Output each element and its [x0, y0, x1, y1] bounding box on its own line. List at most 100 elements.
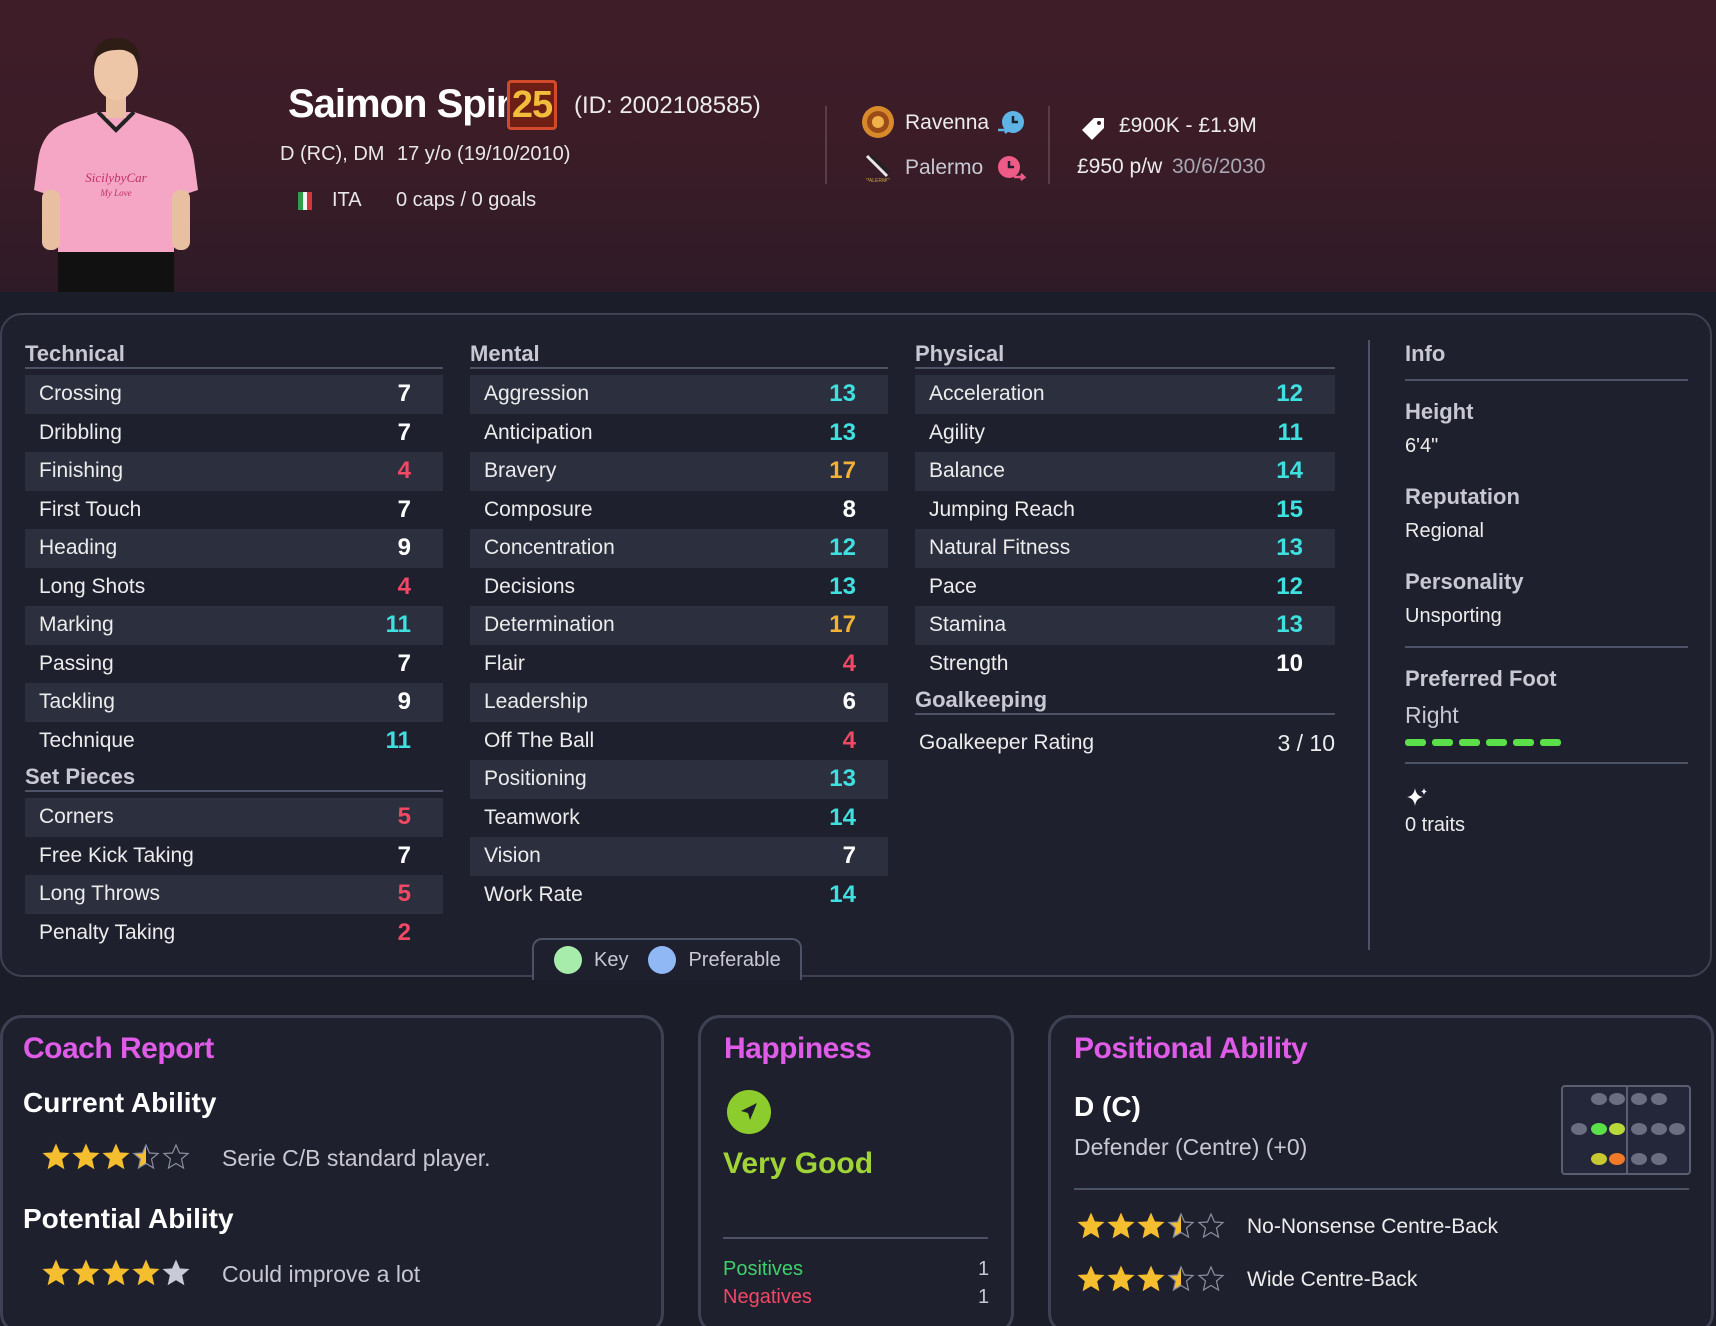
svg-text:SicilybyCar: SicilybyCar [85, 170, 147, 185]
preferable-legend-label: Preferable [688, 948, 781, 971]
attribute-row[interactable]: Positioning 13 [470, 760, 888, 799]
attribute-row[interactable]: Passing 7 [25, 645, 443, 684]
header-divider [1048, 106, 1050, 184]
attribute-row[interactable]: Determination 17 [470, 606, 888, 645]
positional-ability-title: Positional Ability [1074, 1032, 1308, 1065]
attribute-label: Flair [484, 651, 525, 675]
attribute-row[interactable]: Agility 11 [915, 414, 1335, 453]
palermo-crest-icon[interactable]: PALERMO [861, 150, 895, 184]
club-name[interactable]: Ravenna [905, 111, 989, 135]
star-icon [102, 1143, 130, 1170]
foot-bar-segment [1513, 739, 1534, 746]
attribute-row[interactable]: First Touch 7 [25, 491, 443, 530]
personality-value: Unsporting [1405, 605, 1502, 627]
attribute-label: Crossing [39, 382, 122, 406]
info-divider [1368, 340, 1370, 950]
attribute-row[interactable]: Flair 4 [470, 645, 888, 684]
attribute-value: 12 [829, 534, 856, 562]
attribute-label: Tackling [39, 690, 115, 714]
star-icon [132, 1259, 160, 1286]
attribute-row[interactable]: Heading 9 [25, 529, 443, 568]
attribute-row[interactable]: Technique 11 [25, 722, 443, 761]
navigation-arrow-icon [727, 1090, 771, 1134]
attribute-row[interactable]: Off The Ball 4 [470, 722, 888, 761]
star-icon [1197, 1265, 1225, 1292]
attribute-label: Bravery [484, 459, 557, 483]
attribute-row[interactable]: Long Throws 5 [25, 875, 443, 914]
attribute-label: Concentration [484, 536, 615, 560]
attribute-row[interactable]: Concentration 12 [470, 529, 888, 568]
positives-label[interactable]: Positives [723, 1258, 803, 1281]
attribute-label: Leadership [484, 690, 588, 714]
role-name: No-Nonsense Centre-Back [1247, 1215, 1498, 1238]
attribute-row[interactable]: Corners 5 [25, 798, 443, 837]
attribute-label: Natural Fitness [929, 536, 1071, 560]
attribute-value: 11 [385, 726, 411, 754]
pitch-position-dot-competent [1591, 1153, 1607, 1165]
attribute-row[interactable]: Vision 7 [470, 837, 888, 876]
attribute-row[interactable]: Free Kick Taking 7 [25, 837, 443, 876]
star-icon [1137, 1265, 1165, 1292]
attribute-row[interactable]: Aggression 13 [470, 375, 888, 414]
attribute-row[interactable]: Teamwork 14 [470, 799, 888, 838]
attribute-row[interactable]: Natural Fitness 13 [915, 529, 1335, 568]
attribute-row[interactable]: Finishing 4 [25, 452, 443, 491]
attribute-label: Aggression [484, 382, 590, 406]
ravenna-crest-icon[interactable] [861, 105, 895, 139]
parent-club-name[interactable]: Palermo [905, 156, 983, 180]
potential-ability-text: Could improve a lot [222, 1261, 421, 1287]
attribute-label: Composure [484, 497, 593, 521]
attribute-row[interactable]: Work Rate 14 [470, 876, 888, 915]
attribute-row[interactable]: Leadership 6 [470, 683, 888, 722]
price-tag-icon [1082, 118, 1104, 140]
info-column: Info Height 6'4" Reputation Regional Per… [1405, 339, 1688, 837]
preferable-legend-dot [648, 946, 677, 974]
attribute-row[interactable]: Anticipation 13 [470, 414, 888, 453]
attribute-row[interactable]: Tackling 9 [25, 683, 443, 722]
attribute-row[interactable]: Balance 14 [915, 452, 1335, 491]
player-portrait: SicilybyCar My Love [34, 38, 198, 292]
attribute-label: Vision [484, 844, 541, 868]
attribute-row[interactable]: Pace 12 [915, 568, 1335, 607]
contract-end: 30/6/2030 [1172, 155, 1266, 178]
attribute-row[interactable]: Marking 11 [25, 606, 443, 645]
role-name: Wide Centre-Back [1247, 1268, 1418, 1291]
attribute-label: Finishing [39, 459, 124, 483]
attribute-row[interactable]: Penalty Taking 2 [25, 914, 443, 953]
attribute-row[interactable]: Long Shots 4 [25, 568, 443, 607]
coach-report-title: Coach Report [23, 1032, 214, 1065]
star-icon [1137, 1212, 1165, 1239]
happiness-status: Very Good [723, 1147, 874, 1180]
position-pitch-map[interactable] [1561, 1085, 1691, 1175]
attribute-value: 5 [397, 880, 411, 908]
attribute-value: 13 [829, 380, 856, 408]
attribute-value: 7 [397, 380, 411, 408]
pitch-position-dot [1631, 1123, 1647, 1135]
pitch-position-dot [1651, 1123, 1667, 1135]
attribute-row[interactable]: Acceleration 12 [915, 375, 1335, 414]
attribute-value: 13 [1276, 534, 1303, 562]
attribute-row[interactable]: Jumping Reach 15 [915, 491, 1335, 530]
attribute-row[interactable]: Composure 8 [470, 491, 888, 530]
attribute-row[interactable]: Strength 10 [915, 645, 1335, 684]
attribute-row[interactable]: Dribbling 7 [25, 414, 443, 453]
attribute-label: Jumping Reach [929, 497, 1075, 521]
info-separator [1405, 646, 1688, 648]
attribute-value: 5 [397, 803, 411, 831]
attribute-row[interactable]: Decisions 13 [470, 568, 888, 607]
personality-label: Personality [1405, 569, 1524, 594]
star-icon [42, 1143, 70, 1170]
attribute-value: 4 [842, 649, 856, 677]
player-name: Saimon Spina [288, 82, 541, 126]
attribute-value: 7 [397, 495, 411, 523]
attribute-value: 17 [829, 457, 856, 485]
goalkeeper-rating-label: Goalkeeper Rating [919, 731, 1095, 754]
attribute-label: Passing [39, 651, 114, 675]
attribute-row[interactable]: Crossing 7 [25, 375, 443, 414]
attribute-row[interactable]: Bravery 17 [470, 452, 888, 491]
attribute-row[interactable]: Stamina 13 [915, 606, 1335, 645]
attribute-value: 13 [829, 765, 856, 793]
negatives-label[interactable]: Negatives [723, 1286, 812, 1309]
section-header-info: Info [1405, 341, 1446, 366]
attribute-value: 15 [1276, 495, 1303, 523]
